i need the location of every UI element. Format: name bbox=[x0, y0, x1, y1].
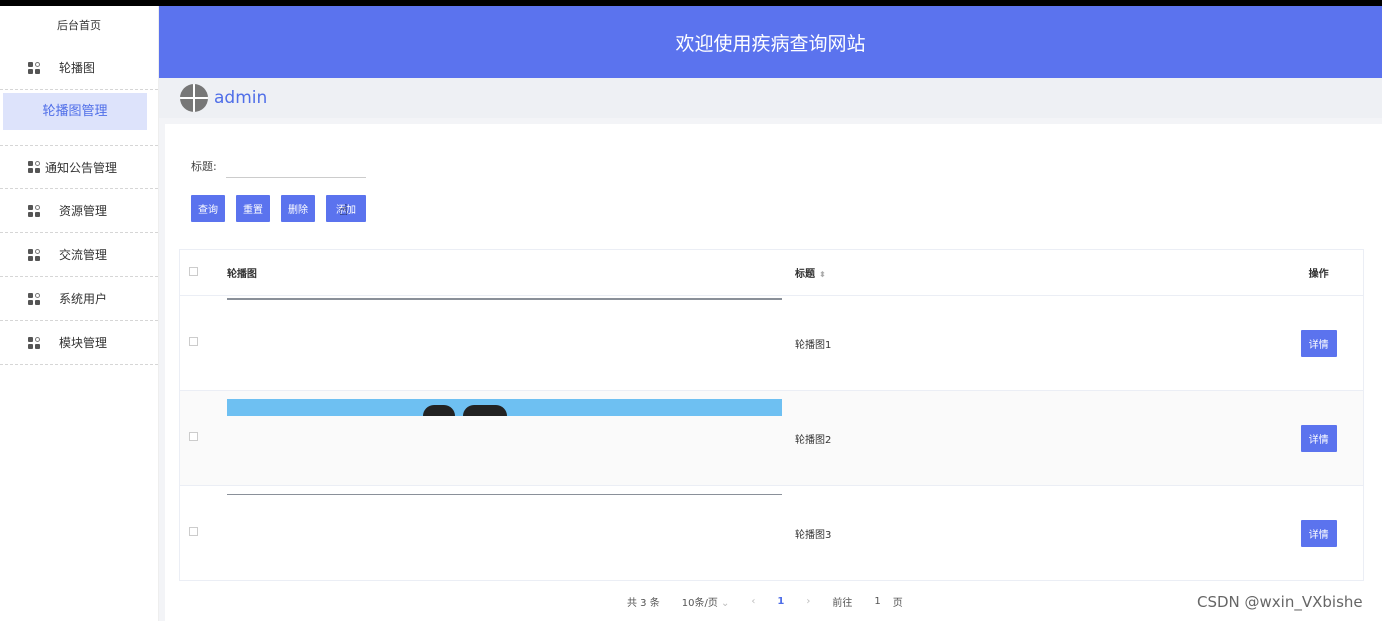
carousel-image-3 bbox=[226, 486, 795, 580]
prev-page-icon[interactable]: ‹ bbox=[751, 596, 755, 607]
carousel-table: 轮播图 标题 ⬍ 操作 轮播图1 详情 轮播图2 详情 轮播图3 详情 bbox=[179, 249, 1364, 581]
query-button[interactable]: 查询 bbox=[191, 195, 225, 222]
search-title-input[interactable] bbox=[225, 154, 366, 178]
page-size-label: 10条/页 bbox=[681, 598, 718, 609]
row-title: 轮播图3 bbox=[794, 529, 832, 541]
sort-icon[interactable]: ⬍ bbox=[819, 270, 826, 279]
search-title-label: 标题: bbox=[191, 160, 217, 173]
watermark: CSDN @wxin_VXbishe bbox=[1197, 593, 1363, 611]
detail-button[interactable]: 详情 bbox=[1300, 519, 1337, 547]
column-header-title-label: 标题 bbox=[794, 269, 815, 280]
select-all-checkbox[interactable] bbox=[189, 266, 198, 276]
table-row: 轮播图2 详情 bbox=[180, 391, 1363, 486]
site-title: 欢迎使用疾病查询网站 bbox=[675, 32, 866, 55]
user-bar: admin bbox=[159, 78, 1382, 118]
detail-button[interactable]: 详情 bbox=[1300, 424, 1337, 452]
carousel-image-2 bbox=[226, 391, 795, 485]
column-header-op: 操作 bbox=[1308, 269, 1329, 280]
sidebar-item-label: 轮播图 bbox=[59, 61, 96, 75]
grid-icon bbox=[28, 292, 41, 305]
row-checkbox[interactable] bbox=[189, 527, 198, 536]
sidebar-item-label: 系统用户 bbox=[59, 292, 108, 306]
search-form: 标题: bbox=[191, 154, 366, 178]
hand-cursor-icon: ☝ bbox=[339, 201, 349, 219]
column-header-image: 轮播图 bbox=[226, 269, 257, 280]
sidebar-item-label: 通知公告管理 bbox=[45, 160, 118, 175]
sidebar-submenu: 轮播图管理 bbox=[0, 93, 158, 145]
avatar[interactable] bbox=[180, 84, 208, 112]
sidebar: 后台首页 轮播图 轮播图管理 通知公告管理 资源管理 交流管理 系统用户 模块管… bbox=[0, 6, 159, 621]
sidebar-item-system-users[interactable]: 系统用户 bbox=[0, 277, 158, 321]
page-header: 欢迎使用疾病查询网站 bbox=[159, 6, 1382, 78]
table-row: 轮播图1 详情 bbox=[180, 296, 1363, 391]
page-unit-label: 页 bbox=[892, 598, 903, 609]
pagination-total: 共 3 条 bbox=[627, 598, 660, 609]
table-header: 轮播图 标题 ⬍ 操作 bbox=[180, 250, 1363, 296]
grid-icon bbox=[28, 248, 41, 261]
action-buttons: 查询 重置 删除 添加 bbox=[191, 195, 377, 222]
row-checkbox[interactable] bbox=[189, 432, 198, 441]
image-figure bbox=[422, 405, 455, 416]
image-strip bbox=[226, 494, 782, 495]
row-title: 轮播图1 bbox=[794, 339, 832, 351]
page-size-select[interactable]: 10条/页 ⌄ bbox=[682, 594, 730, 609]
grid-icon bbox=[28, 161, 41, 173]
sidebar-item-resources[interactable]: 资源管理 bbox=[0, 189, 158, 233]
sidebar-item-notice[interactable]: 通知公告管理 bbox=[0, 145, 158, 189]
chevron-down-icon: ⌄ bbox=[721, 598, 730, 609]
username[interactable]: admin bbox=[214, 88, 267, 108]
sidebar-item-label: 模块管理 bbox=[59, 336, 108, 350]
next-page-icon[interactable]: › bbox=[806, 596, 810, 607]
carousel-image-1 bbox=[226, 296, 795, 390]
main-panel: 标题: 查询 重置 删除 添加 轮播图 标题 ⬍ 操作 轮播图1 详情 轮播图2… bbox=[165, 124, 1382, 621]
detail-button[interactable]: 详情 bbox=[1300, 329, 1337, 357]
image-figure bbox=[462, 405, 507, 416]
sidebar-item-label: 交流管理 bbox=[59, 248, 108, 262]
sidebar-subitem-carousel-manage[interactable]: 轮播图管理 bbox=[3, 93, 147, 130]
image-strip bbox=[226, 298, 782, 300]
goto-label: 前往 bbox=[832, 598, 853, 609]
delete-button[interactable]: 删除 bbox=[281, 195, 315, 222]
reset-button[interactable]: 重置 bbox=[236, 195, 270, 222]
sidebar-item-label: 资源管理 bbox=[59, 204, 108, 218]
grid-icon bbox=[28, 336, 41, 349]
sidebar-item-modules[interactable]: 模块管理 bbox=[0, 321, 158, 365]
goto-page-input[interactable]: 1 bbox=[874, 596, 880, 607]
row-title: 轮播图2 bbox=[794, 434, 832, 446]
grid-icon bbox=[28, 61, 41, 74]
grid-icon bbox=[28, 204, 41, 217]
table-row: 轮播图3 详情 bbox=[180, 486, 1363, 581]
column-header-title[interactable]: 标题 ⬍ bbox=[795, 265, 1274, 280]
sidebar-item-exchange[interactable]: 交流管理 bbox=[0, 233, 158, 277]
pagination: 共 3 条 10条/页 ⌄ ‹ 1 › 前往 1 页 bbox=[627, 594, 925, 609]
row-checkbox[interactable] bbox=[189, 337, 198, 346]
page-number[interactable]: 1 bbox=[777, 596, 784, 607]
sidebar-item-carousel[interactable]: 轮播图 bbox=[0, 46, 158, 90]
sidebar-home-link[interactable]: 后台首页 bbox=[0, 6, 158, 46]
